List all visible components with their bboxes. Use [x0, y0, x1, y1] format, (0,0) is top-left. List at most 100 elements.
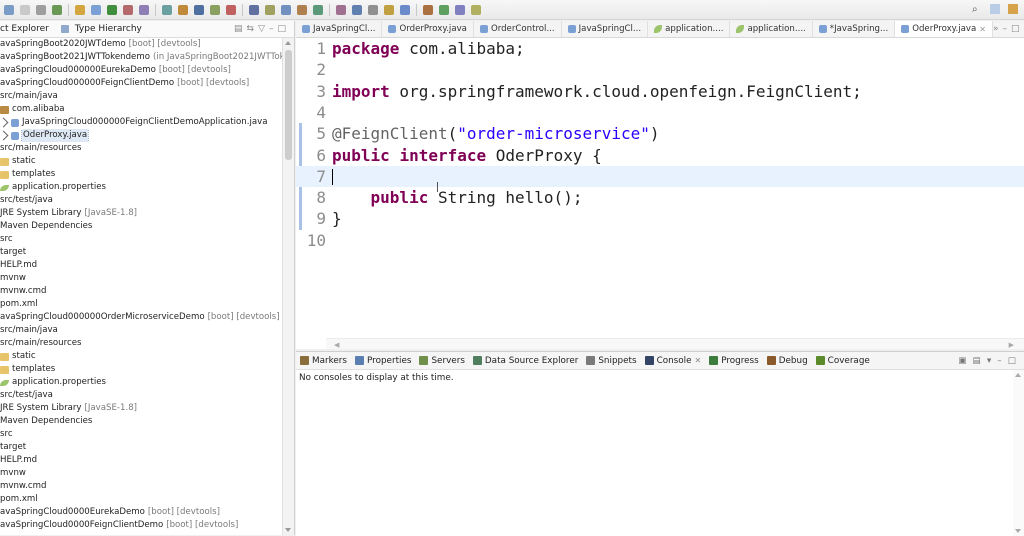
tree-item[interactable]: Maven Dependencies	[0, 415, 282, 428]
expand-arrow-icon[interactable]	[0, 130, 9, 141]
show-list-icon[interactable]: »	[993, 24, 999, 34]
toolbar-button[interactable]	[4, 4, 14, 15]
expand-arrow-icon[interactable]	[0, 117, 9, 128]
tree-item[interactable]: pom.xml	[0, 493, 282, 506]
tab-project-explorer[interactable]: ct Explorer	[0, 24, 49, 34]
editor-tab[interactable]: JavaSpringCl...	[296, 21, 383, 37]
tree-item[interactable]: JRE System Library [JavaSE-1.8]	[0, 402, 282, 415]
tree-item[interactable]: src/test/java	[0, 194, 282, 207]
tree-item[interactable]: target	[0, 441, 282, 454]
view-tab-progress[interactable]: Progress	[705, 356, 763, 366]
toolbar-button[interactable]	[178, 4, 188, 15]
tree-item[interactable]: static	[0, 350, 282, 363]
tree-item[interactable]: application.properties	[0, 181, 282, 194]
tree-item[interactable]: templates	[0, 363, 282, 376]
code-line[interactable]: 4	[296, 102, 1024, 123]
toolbar-button[interactable]	[36, 4, 46, 15]
toolbar-button[interactable]	[249, 4, 259, 15]
scroll-up-icon[interactable]	[285, 41, 291, 45]
tab-type-hierarchy[interactable]: Type Hierarchy	[75, 24, 142, 34]
search-icon[interactable]: ⌕	[972, 4, 982, 15]
scroll-right-icon[interactable]: ▶	[1009, 341, 1014, 349]
code-line[interactable]: 7	[296, 165, 1024, 187]
tree-item[interactable]: mvnw	[0, 467, 282, 480]
maximize-icon[interactable]: □	[277, 24, 286, 34]
editor-tab[interactable]: JavaSpringCl...	[562, 21, 649, 37]
toolbar-button[interactable]	[20, 4, 30, 15]
tree-item[interactable]: application.properties	[0, 376, 282, 389]
view-tab-coverage[interactable]: Coverage	[812, 356, 874, 366]
toolbar-button[interactable]	[107, 4, 117, 15]
tree-item[interactable]: avaSpringCloud0000FeignClientDemo [boot] …	[0, 519, 282, 532]
view-tab-markers[interactable]: Markers	[296, 356, 351, 366]
view-tab-data-source-explorer[interactable]: Data Source Explorer	[469, 356, 582, 366]
view-tab-console[interactable]: Console ✕	[641, 356, 706, 366]
toolbar-button[interactable]	[439, 4, 449, 15]
perspective-java-icon[interactable]	[1008, 4, 1018, 14]
scroll-left-icon[interactable]: ◀	[334, 341, 339, 349]
view-tab-snippets[interactable]: Snippets	[582, 356, 640, 366]
tree-item[interactable]: JavaSpringCloud000000FeignClientDemoAppl…	[0, 116, 282, 129]
link-editor-icon[interactable]: ⇆	[247, 24, 255, 34]
open-console-icon[interactable]: ▤	[973, 356, 981, 366]
toolbar-button[interactable]	[384, 4, 394, 15]
toolbar-button[interactable]	[455, 4, 465, 15]
scroll-down-icon[interactable]	[1015, 529, 1021, 533]
tree-item[interactable]: com.alibaba	[0, 103, 282, 116]
code-line[interactable]: 3 import org.springframework.cloud.openfe…	[296, 81, 1024, 102]
tree-item[interactable]: avaSpringCloud000000FeignClientDemo [boot…	[0, 77, 282, 90]
toolbar-button[interactable]	[297, 4, 307, 15]
editor-tab[interactable]: OrderControl...	[474, 21, 562, 37]
tree-item[interactable]: src	[0, 428, 282, 441]
tree-item[interactable]: pom.xml	[0, 298, 282, 311]
tree-item[interactable]: src	[0, 233, 282, 246]
maximize-icon[interactable]: □	[1008, 356, 1016, 366]
toolbar-button[interactable]	[162, 4, 172, 15]
toolbar-button[interactable]	[368, 4, 378, 15]
view-menu-icon[interactable]: ▾	[987, 356, 991, 366]
tree-item[interactable]: src/main/java	[0, 90, 282, 103]
view-tab-servers[interactable]: Servers	[415, 356, 468, 366]
code-line[interactable]: 2	[296, 59, 1024, 80]
tree-item[interactable]: target	[0, 246, 282, 259]
tree-item[interactable]: mvnw	[0, 272, 282, 285]
view-tab-properties[interactable]: Properties	[351, 356, 415, 366]
code-line[interactable]: 6 public interface OderProxy {	[296, 145, 1024, 166]
collapse-all-icon[interactable]: ▤	[234, 24, 243, 34]
tree-item[interactable]: HELP.md	[0, 454, 282, 467]
scroll-up-icon[interactable]	[1015, 373, 1021, 377]
scroll-down-icon[interactable]	[285, 528, 291, 532]
tree-item[interactable]: static	[0, 155, 282, 168]
minimize-icon[interactable]: –	[1003, 24, 1008, 34]
tree-item[interactable]: templates	[0, 168, 282, 181]
minimize-icon[interactable]: –	[269, 24, 274, 34]
code-line[interactable]: 9}	[296, 208, 1024, 229]
toolbar-button[interactable]	[400, 4, 410, 15]
tree-item[interactable]: src/main/resources	[0, 142, 282, 155]
tree-item[interactable]: avaSpringBoot2021JWTTokendemo (in JavaSpr…	[0, 51, 282, 64]
tree-item[interactable]: src/main/java	[0, 324, 282, 337]
minimize-icon[interactable]: –	[997, 356, 1001, 366]
toolbar-button[interactable]	[423, 4, 433, 15]
toolbar-button[interactable]	[139, 4, 149, 15]
close-icon[interactable]: ✕	[979, 25, 986, 34]
tree-item[interactable]: avaSpringBoot2020JWTdemo [boot] [devtools…	[0, 38, 282, 51]
tree-item[interactable]: Maven Dependencies	[0, 220, 282, 233]
toolbar-button[interactable]	[91, 4, 101, 15]
editor-horizontal-scrollbar[interactable]: ◀ ▶	[326, 338, 1024, 349]
tree-item[interactable]: mvnw.cmd	[0, 285, 282, 298]
toolbar-button[interactable]	[75, 4, 85, 15]
display-console-icon[interactable]: ▣	[958, 356, 966, 366]
toolbar-button[interactable]	[210, 4, 220, 15]
editor-tab[interactable]: *JavaSpring...	[813, 21, 896, 37]
tree-item[interactable]: OderProxy.java	[0, 129, 282, 142]
toolbar-button[interactable]	[471, 4, 481, 15]
editor-tab[interactable]: OderProxy.java ✕	[895, 21, 993, 37]
toolbar-button[interactable]	[281, 4, 291, 15]
editor-tab[interactable]: application....	[648, 21, 731, 37]
code-editor[interactable]: 1 package com.alibaba; 2 3 import org.spring…	[296, 38, 1024, 349]
tree-item[interactable]: JRE System Library [JavaSE-1.8]	[0, 207, 282, 220]
code-line[interactable]: 10	[296, 230, 1024, 251]
tree-item[interactable]: src/test/java	[0, 389, 282, 402]
editor-tab[interactable]: application....	[730, 21, 813, 37]
